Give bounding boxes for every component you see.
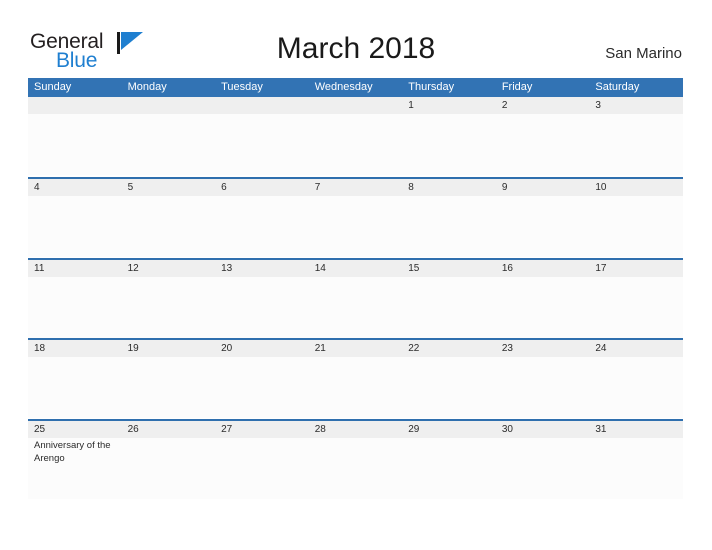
day-number[interactable]: 31 xyxy=(589,421,683,438)
day-number[interactable]: 4 xyxy=(28,179,122,196)
day-event-text[interactable] xyxy=(496,277,590,338)
day-event-text[interactable]: Anniversary of the Arengo xyxy=(28,438,122,499)
day-number[interactable]: 5 xyxy=(122,179,216,196)
day-number[interactable]: 2 xyxy=(496,97,590,114)
day-number[interactable]: 22 xyxy=(402,340,496,357)
day-event-text[interactable] xyxy=(496,357,590,418)
day-number[interactable]: 18 xyxy=(28,340,122,357)
day-number[interactable] xyxy=(28,97,122,114)
weekday-header-monday: Monday xyxy=(127,81,167,93)
day-event-text[interactable] xyxy=(122,196,216,257)
day-event-text[interactable] xyxy=(215,196,309,257)
day-number[interactable]: 8 xyxy=(402,179,496,196)
day-event-text[interactable] xyxy=(402,277,496,338)
day-event-text[interactable] xyxy=(402,114,496,175)
day-number[interactable]: 16 xyxy=(496,260,590,277)
calendar-week-row: 25 26 27 28 29 30 31 Anniversary of the … xyxy=(28,418,683,500)
location-label: San Marino xyxy=(605,45,682,62)
day-event-text[interactable] xyxy=(215,114,309,175)
day-event-text[interactable] xyxy=(122,114,216,175)
week-daynumber-band: 18 19 20 21 22 23 24 xyxy=(28,340,683,357)
day-number[interactable]: 9 xyxy=(496,179,590,196)
calendar-week-row: 1 2 3 xyxy=(28,97,683,177)
calendar-week-row: 11 12 13 14 15 16 17 xyxy=(28,257,683,339)
weekday-header-wednesday: Wednesday xyxy=(314,81,373,93)
day-number[interactable]: 24 xyxy=(589,340,683,357)
weekday-header-saturday: Saturday xyxy=(595,81,640,93)
day-event-text[interactable] xyxy=(309,114,403,175)
day-number[interactable]: 3 xyxy=(589,97,683,114)
day-number[interactable]: 27 xyxy=(215,421,309,438)
day-event-text[interactable] xyxy=(215,277,309,338)
week-event-band xyxy=(28,196,683,257)
day-event-text[interactable] xyxy=(309,196,403,257)
day-number[interactable]: 12 xyxy=(122,260,216,277)
calendar-week-row: 4 5 6 7 8 9 10 xyxy=(28,177,683,258)
day-number[interactable]: 25 xyxy=(28,421,122,438)
day-number[interactable]: 15 xyxy=(402,260,496,277)
weekday-header-friday: Friday xyxy=(501,81,533,93)
day-event-text[interactable] xyxy=(309,277,403,338)
weekday-header-sunday: Sunday xyxy=(34,81,72,93)
day-number[interactable] xyxy=(309,97,403,114)
day-number[interactable]: 13 xyxy=(215,260,309,277)
day-event-text[interactable] xyxy=(215,438,309,499)
week-event-band xyxy=(28,357,683,418)
day-event-text[interactable] xyxy=(402,196,496,257)
day-event-text[interactable] xyxy=(496,196,590,257)
day-number[interactable]: 14 xyxy=(309,260,403,277)
week-event-band xyxy=(28,276,683,338)
day-event-text[interactable] xyxy=(496,438,590,499)
day-event-text[interactable] xyxy=(122,438,216,499)
day-number[interactable]: 6 xyxy=(215,179,309,196)
week-daynumber-band: 1 2 3 xyxy=(28,97,683,114)
day-number[interactable] xyxy=(122,97,216,114)
day-number[interactable]: 7 xyxy=(309,179,403,196)
day-event-text[interactable] xyxy=(309,438,403,499)
day-number[interactable]: 29 xyxy=(402,421,496,438)
day-event-text[interactable] xyxy=(496,114,590,175)
day-number[interactable]: 19 xyxy=(122,340,216,357)
day-event-text[interactable] xyxy=(589,277,683,338)
day-event-text[interactable] xyxy=(589,357,683,418)
day-event-text[interactable] xyxy=(589,196,683,257)
day-number[interactable]: 11 xyxy=(28,260,122,277)
day-number[interactable]: 21 xyxy=(309,340,403,357)
day-event-text[interactable] xyxy=(28,277,122,338)
day-event-text[interactable] xyxy=(28,114,122,175)
day-event-text[interactable] xyxy=(589,438,683,499)
day-number[interactable]: 30 xyxy=(496,421,590,438)
day-number[interactable]: 1 xyxy=(402,97,496,114)
day-number[interactable]: 10 xyxy=(589,179,683,196)
day-number[interactable]: 28 xyxy=(309,421,403,438)
day-event-text[interactable] xyxy=(215,357,309,418)
weekday-header-tuesday: Tuesday xyxy=(221,81,263,93)
day-number[interactable]: 17 xyxy=(589,260,683,277)
day-event-text[interactable] xyxy=(589,114,683,175)
day-event-text[interactable] xyxy=(122,357,216,418)
calendar-week-row: 18 19 20 21 22 23 24 xyxy=(28,338,683,419)
day-event-text[interactable] xyxy=(28,196,122,257)
week-event-band: Anniversary of the Arengo xyxy=(28,437,683,499)
week-event-band xyxy=(28,114,683,175)
week-daynumber-band: 25 26 27 28 29 30 31 xyxy=(28,420,683,438)
day-event-text[interactable] xyxy=(402,438,496,499)
day-event-text[interactable] xyxy=(122,277,216,338)
day-number[interactable]: 23 xyxy=(496,340,590,357)
weekday-header-row: Sunday Monday Tuesday Wednesday Thursday… xyxy=(28,78,683,97)
page-header: General Blue March 2018 San Marino xyxy=(0,0,712,78)
weekday-header-thursday: Thursday xyxy=(408,81,455,93)
day-number[interactable]: 26 xyxy=(122,421,216,438)
week-daynumber-band: 4 5 6 7 8 9 10 xyxy=(28,179,683,196)
week-daynumber-band: 11 12 13 14 15 16 17 xyxy=(28,259,683,277)
calendar-grid: Sunday Monday Tuesday Wednesday Thursday… xyxy=(28,78,683,499)
day-number[interactable]: 20 xyxy=(215,340,309,357)
day-event-text[interactable] xyxy=(309,357,403,418)
day-event-text[interactable] xyxy=(402,357,496,418)
day-number[interactable] xyxy=(215,97,309,114)
day-event-text[interactable] xyxy=(28,357,122,418)
